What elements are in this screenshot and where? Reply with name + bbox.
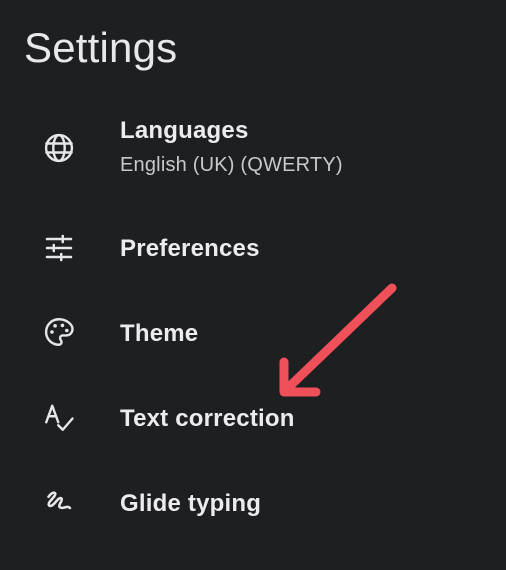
settings-item-languages[interactable]: Languages English (UK) (QWERTY) bbox=[0, 116, 506, 196]
settings-item-label: Glide typing bbox=[120, 490, 262, 517]
settings-item-label: Preferences bbox=[120, 235, 260, 262]
settings-menu: Languages English (UK) (QWERTY) Preferen… bbox=[0, 0, 506, 570]
tune-sliders-icon bbox=[41, 230, 77, 266]
spellcheck-icon bbox=[41, 399, 77, 435]
settings-item-glide-typing[interactable]: Glide typing bbox=[0, 484, 506, 524]
settings-item-sublabel: English (UK) (QWERTY) bbox=[120, 154, 343, 176]
settings-item-preferences[interactable]: Preferences bbox=[0, 230, 506, 270]
palette-icon bbox=[41, 314, 77, 350]
settings-item-text-correction[interactable]: Text correction bbox=[0, 399, 506, 439]
settings-item-label: Languages bbox=[120, 117, 249, 144]
settings-item-label: Theme bbox=[120, 320, 199, 347]
settings-item-theme[interactable]: Theme bbox=[0, 314, 506, 354]
settings-item-label: Text correction bbox=[120, 405, 295, 432]
gesture-icon bbox=[41, 484, 77, 520]
globe-icon bbox=[41, 130, 77, 166]
